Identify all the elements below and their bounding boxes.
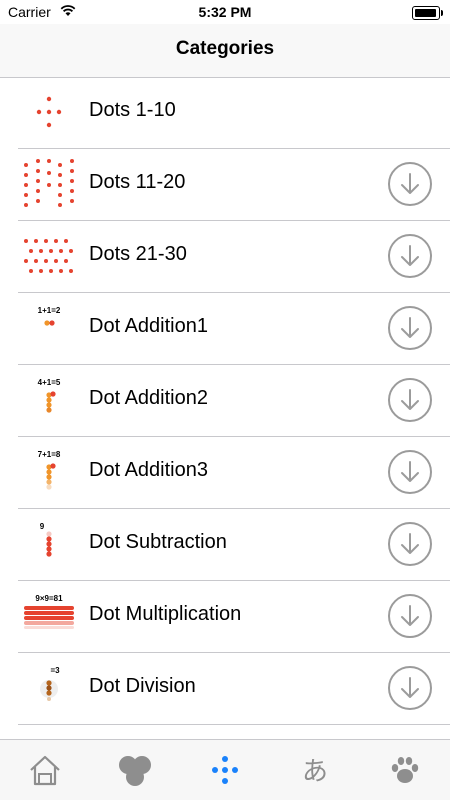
download-arrow-icon — [401, 605, 419, 626]
status-time: 5:32 PM — [198, 4, 252, 20]
status-bar: Carrier 5:32 PM — [0, 0, 450, 24]
download-arrow-icon — [401, 461, 419, 482]
paw-icon — [391, 757, 419, 783]
list-item[interactable]: Dots 11-20 — [18, 149, 450, 221]
dot-addition3-thumbnail-icon: 7+1=8 — [22, 445, 76, 499]
list-item-label: Dots 11-20 — [89, 171, 186, 193]
download-arrow-icon — [401, 677, 419, 698]
download-button[interactable] — [388, 450, 432, 494]
download-button[interactable] — [388, 666, 432, 710]
dots-11-20-thumbnail-icon — [22, 157, 76, 211]
download-button[interactable] — [388, 162, 432, 206]
list-item[interactable]: 9 Dot Subtraction — [18, 509, 450, 581]
list-item-label: Dot Addition2 — [89, 387, 208, 409]
download-button[interactable] — [388, 594, 432, 638]
list-item[interactable]: Dots 1-10 — [18, 77, 450, 149]
list-item-label: Dot Addition1 — [89, 315, 208, 337]
dots-1-10-thumbnail-icon — [22, 85, 76, 139]
list-item[interactable]: 1+1=2 Dot Addition1 — [18, 293, 450, 365]
home-icon — [30, 755, 60, 786]
navigation-bar: Categories — [0, 24, 450, 78]
dot-addition2-thumbnail-icon: 4+1=5 — [22, 373, 76, 427]
tab-home[interactable] — [0, 740, 90, 800]
battery-icon — [412, 6, 443, 20]
thumbnail-equation: =3 — [50, 666, 60, 675]
page-title: Categories — [175, 38, 275, 59]
thumbnail-equation: 9 — [40, 522, 45, 531]
thumbnail-equation: 7+1=8 — [38, 450, 61, 459]
dots-icon — [212, 756, 238, 784]
list-item-label: Dot Subtraction — [89, 531, 227, 553]
download-arrow-icon — [401, 245, 419, 266]
list-item-label: Dot Multiplication — [89, 603, 242, 625]
hiragana-icon: あ — [302, 757, 328, 787]
svg-text:あ: あ — [302, 757, 328, 787]
dot-division-thumbnail-icon: =3 — [22, 661, 76, 715]
list-item[interactable]: 7+1=8 Dot Addition3 — [18, 437, 450, 509]
download-button[interactable] — [388, 378, 432, 422]
tab-paw[interactable] — [360, 740, 450, 800]
dot-multiplication-thumbnail-icon: 9×9=81 — [22, 589, 76, 643]
list-item[interactable]: 4+1=5 Dot Addition2 — [18, 365, 450, 437]
tab-shapes[interactable] — [90, 740, 180, 800]
download-arrow-icon — [401, 173, 419, 194]
tab-bar: あ — [0, 739, 450, 800]
download-arrow-icon — [401, 389, 419, 410]
tab-hiragana[interactable]: あ — [270, 740, 360, 800]
download-button[interactable] — [388, 522, 432, 566]
download-arrow-icon — [401, 533, 419, 554]
list-item[interactable]: =3 Dot Division — [18, 653, 450, 725]
tab-dots[interactable] — [180, 740, 270, 800]
list-item[interactable]: Dots 21-30 — [18, 221, 450, 293]
download-arrow-icon — [401, 317, 419, 338]
thumbnail-equation: 9×9=81 — [35, 594, 63, 603]
list-item-label: Dots 21-30 — [89, 243, 187, 265]
list-item-label: Dots 1-10 — [89, 99, 176, 121]
list-item-label: Dot Addition3 — [89, 459, 208, 481]
thumbnail-equation: 1+1=2 — [38, 306, 61, 315]
download-button[interactable] — [388, 234, 432, 278]
list-item[interactable]: 9×9=81 Dot Multiplication — [18, 581, 450, 653]
dot-subtraction-thumbnail-icon: 9 — [22, 517, 76, 571]
list-item-label: Dot Division — [89, 675, 196, 697]
shapes-icon — [119, 756, 151, 786]
thumbnail-equation: 4+1=5 — [38, 378, 61, 387]
category-list: Dots 1-10 Dots 11-20 Dots 21-30 1+1=2 Do… — [0, 77, 450, 725]
download-button[interactable] — [388, 306, 432, 350]
dot-addition1-thumbnail-icon: 1+1=2 — [22, 301, 76, 355]
dots-21-30-thumbnail-icon — [22, 229, 76, 283]
